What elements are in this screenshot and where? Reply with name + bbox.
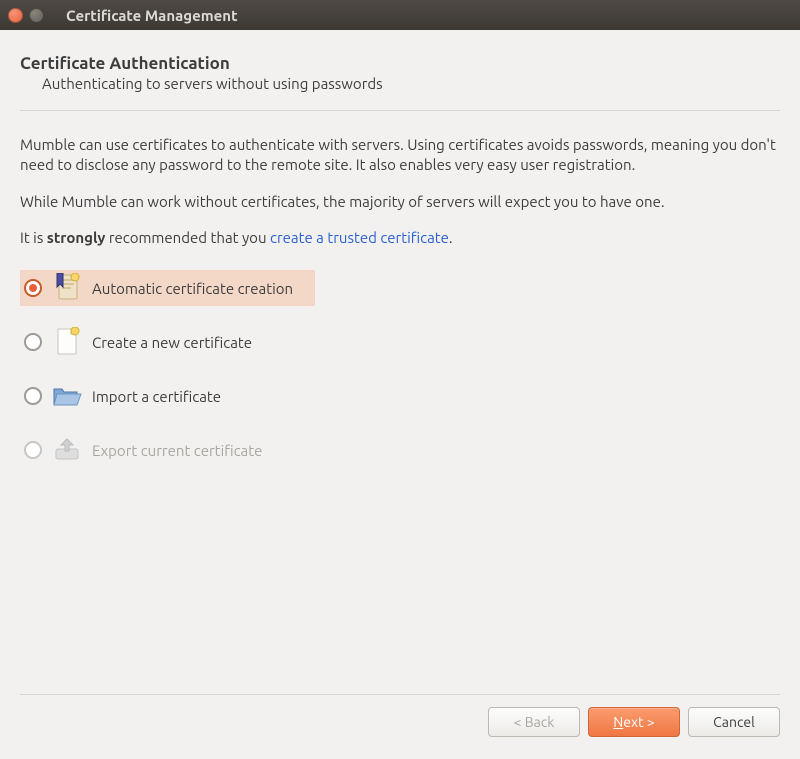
option-create-certificate[interactable]: Create a new certificate (20, 324, 780, 360)
text: ext > (623, 714, 654, 730)
spacer (20, 468, 780, 694)
header-divider (20, 110, 780, 111)
option-label: Automatic certificate creation (92, 280, 293, 297)
cancel-button[interactable]: Cancel (688, 707, 780, 737)
description-paragraph-3: It is strongly recommended that you crea… (20, 228, 780, 248)
text: . (449, 229, 453, 246)
option-import-certificate[interactable]: Import a certificate (20, 378, 780, 414)
radio-create-certificate[interactable] (24, 333, 42, 351)
titlebar: Certificate Management (0, 0, 800, 30)
page-header: Certificate Authentication Authenticatin… (20, 54, 780, 92)
radio-export-certificate (24, 441, 42, 459)
folder-open-icon (52, 381, 82, 411)
next-button[interactable]: Next > (588, 707, 680, 737)
page-subtitle: Authenticating to servers without using … (42, 75, 780, 92)
window-controls (8, 8, 44, 23)
create-trusted-certificate-link[interactable]: create a trusted certificate (270, 229, 449, 246)
export-icon (52, 435, 82, 465)
ribbon-document-icon (52, 273, 82, 303)
description-paragraph-1: Mumble can use certificates to authentic… (20, 135, 780, 176)
option-label: Export current certificate (92, 442, 262, 459)
close-icon[interactable] (8, 8, 23, 23)
text: It is (20, 229, 47, 246)
accesskey-letter: N (613, 714, 623, 730)
options-group: Automatic certificate creation Create a … (20, 270, 780, 468)
minimize-icon[interactable] (29, 8, 44, 23)
text-strong: strongly (47, 229, 106, 246)
new-document-icon (52, 327, 82, 357)
radio-import-certificate[interactable] (24, 387, 42, 405)
description-block: Mumble can use certificates to authentic… (20, 135, 780, 264)
text: recommended that you (105, 229, 270, 246)
window-title: Certificate Management (66, 7, 238, 24)
option-label: Import a certificate (92, 388, 221, 405)
wizard-content: Certificate Authentication Authenticatin… (0, 30, 800, 759)
wizard-footer: < Back Next > Cancel (20, 707, 780, 743)
radio-automatic-creation[interactable] (24, 279, 42, 297)
option-automatic-creation[interactable]: Automatic certificate creation (20, 270, 315, 306)
option-label: Create a new certificate (92, 334, 252, 351)
page-title: Certificate Authentication (20, 54, 780, 73)
back-button: < Back (488, 707, 580, 737)
footer-divider (20, 694, 780, 695)
option-export-certificate: Export current certificate (20, 432, 780, 468)
description-paragraph-2: While Mumble can work without certificat… (20, 192, 780, 212)
